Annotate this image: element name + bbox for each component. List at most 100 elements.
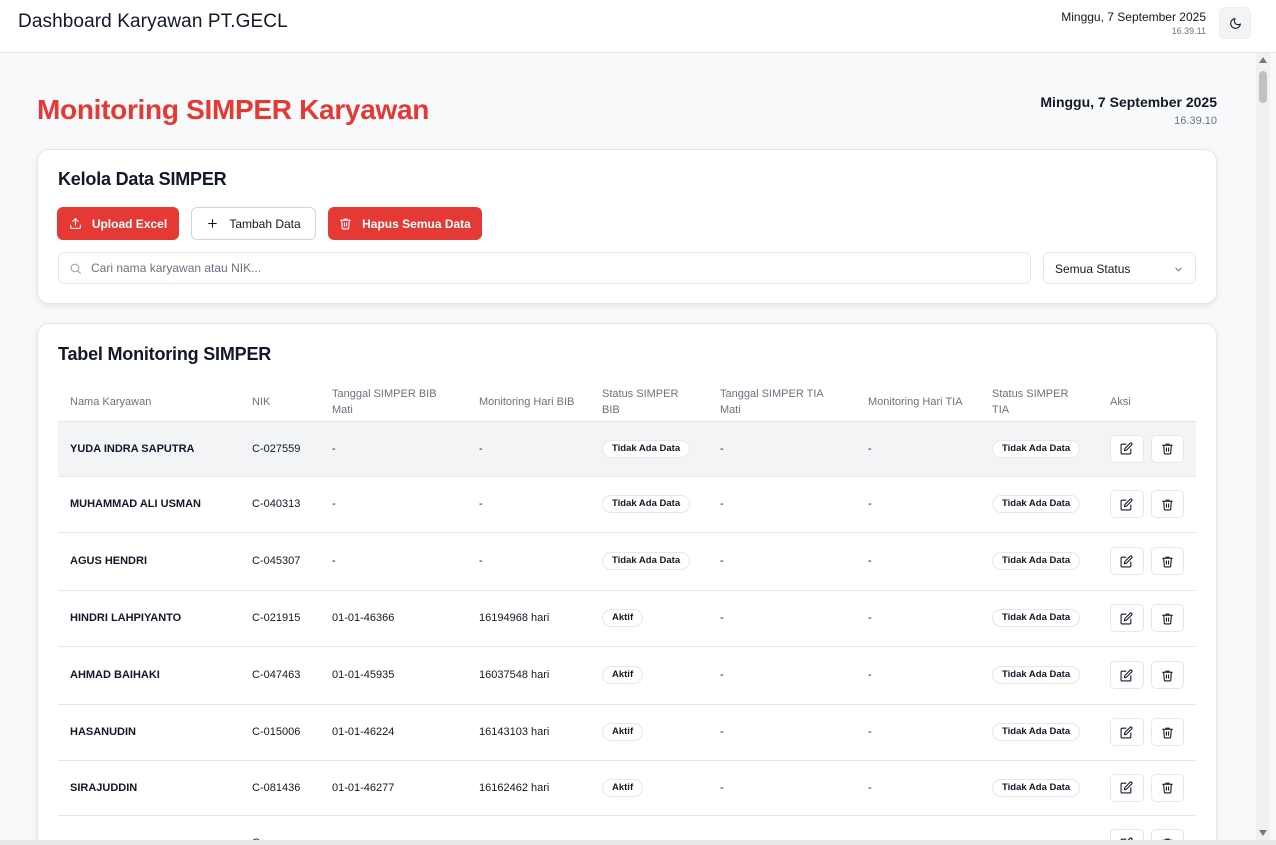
column-header: Aksi xyxy=(1098,383,1196,422)
bib-days-remaining: - xyxy=(467,476,590,533)
employee-name: YUDA INDRA SAPUTRA xyxy=(58,421,240,477)
table-row: AGUS HENDRI C-045307- - Tidak Ada Data - - Tid… xyxy=(58,532,1196,591)
tia-status-cell: Tidak Ada Data xyxy=(980,421,1098,477)
horizontal-scrollbar[interactable] xyxy=(0,840,1276,845)
trash-icon xyxy=(340,218,352,230)
theme-toggle-button[interactable] xyxy=(1219,7,1251,39)
table-row: SIRAJUDDIN C-081436 01-01-46277 16162462 ha… xyxy=(58,760,1196,816)
bib-status-cell: Tidak Ada Data xyxy=(590,532,708,591)
actions-cell xyxy=(1098,421,1196,477)
delete-button[interactable] xyxy=(1150,490,1184,518)
employee-name: HINDRI LAHPIYANTO xyxy=(58,590,240,647)
edit-button[interactable] xyxy=(1110,547,1144,575)
tia-days-remaining: - xyxy=(856,590,980,647)
column-header: Monitoring Hari BIB xyxy=(467,383,590,422)
page-datetime: Minggu, 7 September 2025 16.39.10 xyxy=(1040,94,1217,127)
bib-status-cell: Aktif xyxy=(590,590,708,647)
bib-status-cell: Aktif xyxy=(590,704,708,761)
column-header: Status SIMPER BIB xyxy=(590,383,708,422)
bib-expiry-date: - xyxy=(320,476,467,533)
edit-icon xyxy=(1120,725,1133,738)
tia-status-cell: Tidak Ada Data xyxy=(980,476,1098,533)
edit-button[interactable] xyxy=(1110,773,1144,802)
bib-days-remaining: 16143103 hari xyxy=(467,704,590,761)
tia-expiry-date: - xyxy=(708,421,856,477)
header-date: Minggu, 7 September 2025 xyxy=(1061,10,1206,24)
add-data-label: Tambah Data xyxy=(229,216,301,231)
tia-status-cell: Tidak Ada Data xyxy=(980,760,1098,816)
bib-status-badge: Aktif xyxy=(602,666,644,684)
tia-days-remaining: - xyxy=(856,532,980,591)
employee-nik: C-045307 xyxy=(240,532,320,591)
tia-status-cell: Tidak Ada Data xyxy=(980,590,1098,647)
manage-card-title: Kelola Data SIMPER xyxy=(58,169,227,189)
column-header: Monitoring Hari TIA xyxy=(856,383,980,422)
employee-name: AHMAD BAIHAKI xyxy=(58,646,240,705)
table-card-title: Tabel Monitoring SIMPER xyxy=(58,344,272,364)
bib-days-remaining: - xyxy=(467,532,590,591)
bib-days-remaining: 16162462 hari xyxy=(467,760,590,816)
tia-days-remaining: - xyxy=(856,421,980,477)
delete-button[interactable] xyxy=(1150,773,1184,802)
edit-icon xyxy=(1120,442,1133,455)
table-row: MUHAMMAD ALI USMAN C-040313- - Tidak Ada Da… xyxy=(58,476,1196,533)
upload-excel-button[interactable]: Upload Excel xyxy=(57,207,179,240)
bib-status-cell: Tidak Ada Data xyxy=(590,421,708,477)
edit-button[interactable] xyxy=(1110,434,1144,463)
employee-nik: C-027559 xyxy=(240,421,320,477)
search-icon xyxy=(70,263,81,274)
bib-status-badge: Tidak Ada Data xyxy=(602,552,691,570)
status-filter-select[interactable]: Semua Status xyxy=(1043,252,1196,284)
edit-button[interactable] xyxy=(1110,604,1144,632)
tia-expiry-date: - xyxy=(708,590,856,647)
add-data-button[interactable]: Tambah Data xyxy=(191,207,316,240)
trash-icon xyxy=(1161,670,1173,681)
delete-all-button[interactable]: Hapus Semua Data xyxy=(328,207,482,240)
tia-status-cell: Tidak Ada Data xyxy=(980,646,1098,705)
tia-days-remaining: - xyxy=(856,476,980,533)
tia-expiry-date: - xyxy=(708,760,856,816)
search-input[interactable] xyxy=(91,253,1021,283)
delete-button[interactable] xyxy=(1150,547,1184,575)
edit-button[interactable] xyxy=(1110,718,1144,746)
delete-button[interactable] xyxy=(1150,718,1184,746)
employee-nik: C-081436 xyxy=(240,760,320,816)
employee-name: SIRAJUDDIN xyxy=(58,760,240,816)
actions-cell xyxy=(1098,704,1196,761)
tia-status-badge: Tidak Ada Data xyxy=(992,778,1081,797)
actions-cell xyxy=(1098,532,1196,591)
bib-status-badge: Tidak Ada Data xyxy=(602,495,691,513)
search-box xyxy=(58,252,1031,284)
delete-button[interactable] xyxy=(1150,661,1184,689)
table-row: HINDRI LAHPIYANTO C-021915 01-01-46366 1619… xyxy=(58,590,1196,647)
bib-expiry-date: - xyxy=(320,421,467,477)
tia-status-cell: Tidak Ada Data xyxy=(980,704,1098,761)
bib-expiry-date: 01-01-46277 xyxy=(320,760,467,816)
bib-status-badge: Aktif xyxy=(602,609,644,627)
employee-name: HASANUDIN xyxy=(58,704,240,761)
tia-status-badge: Tidak Ada Data xyxy=(992,666,1081,684)
simper-table: Nama Karyawan NIK Tanggal SIMPER BIB Mat… xyxy=(58,383,1196,845)
page-title: Monitoring SIMPER Karyawan xyxy=(37,94,430,125)
employee-nik: C-021915 xyxy=(240,590,320,647)
tia-days-remaining: - xyxy=(856,704,980,761)
header-datetime: Minggu, 7 September 2025 16.39.11 xyxy=(1061,10,1206,36)
table-row: YUDA INDRA SAPUTRA C-027559- - Tidak Ada Da… xyxy=(58,421,1196,477)
employee-name: AGUS HENDRI xyxy=(58,532,240,591)
edit-button[interactable] xyxy=(1110,661,1144,689)
scrollbar-thumb[interactable] xyxy=(1259,71,1267,103)
edit-button[interactable] xyxy=(1110,490,1144,518)
scroll-up-arrow-icon[interactable] xyxy=(1259,57,1267,63)
upload-icon xyxy=(69,218,81,229)
tia-status-badge: Tidak Ada Data xyxy=(992,495,1081,513)
delete-button[interactable] xyxy=(1150,434,1184,463)
column-header: Status SIMPER TIA xyxy=(980,383,1098,422)
actions-cell xyxy=(1098,646,1196,705)
tia-expiry-date: - xyxy=(708,646,856,705)
plus-icon xyxy=(208,219,218,228)
delete-button[interactable] xyxy=(1150,604,1184,632)
trash-icon xyxy=(1161,499,1173,510)
scroll-down-arrow-icon[interactable] xyxy=(1259,830,1267,836)
column-header: Nama Karyawan xyxy=(58,383,240,422)
vertical-scrollbar[interactable] xyxy=(1256,53,1270,840)
